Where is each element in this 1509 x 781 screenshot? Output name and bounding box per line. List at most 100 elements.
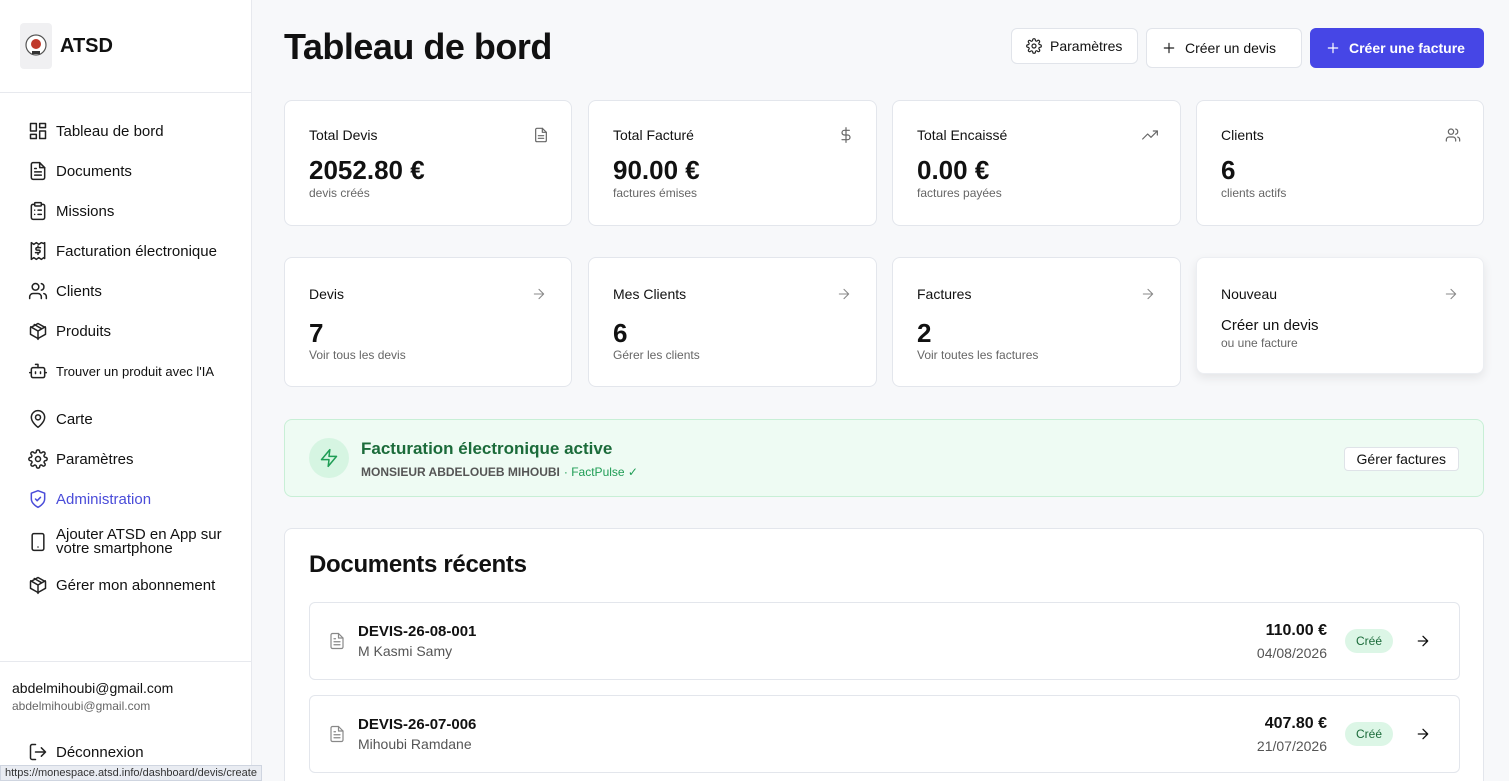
sidebar: ATSD Tableau de bord Documents Missions … [0, 0, 252, 781]
recent-documents: Documents récents DEVIS-26-08-001 M Kasm… [284, 528, 1484, 781]
quick-card-factures[interactable]: Factures 2 Voir toutes les factures [892, 257, 1181, 387]
status-badge: Créé [1344, 722, 1393, 746]
stat-card-clients: Clients 6 clients actifs [1196, 100, 1484, 226]
lightning-icon [309, 438, 349, 478]
list-item[interactable]: DEVIS-26-07-006 Mihoubi Ramdane 407.80 €… [309, 695, 1460, 773]
banner-subtitle: MONSIEUR ABDELOUEB MIHOUBI · FactPulse ✓ [361, 465, 638, 479]
status-badge: Créé [1344, 629, 1393, 653]
sidebar-item-ai-product-search[interactable]: Trouver un produit avec l'IA [0, 351, 251, 391]
sidebar-item-map[interactable]: Carte [0, 399, 251, 439]
brand-logo [20, 23, 52, 69]
arrow-right-icon [836, 286, 852, 302]
sidebar-footer: abdelmihoubi@gmail.com abdelmihoubi@gmai… [0, 661, 251, 781]
sidebar-item-install-app[interactable]: Ajouter ATSD en App sur votre smartphone [0, 519, 251, 565]
smartphone-icon [28, 532, 48, 552]
stat-value: 0.00 € [917, 155, 990, 185]
list-item[interactable]: DEVIS-26-08-001 M Kasmi Samy 110.00 € 04… [309, 602, 1460, 680]
sidebar-item-administration[interactable]: Administration [0, 479, 251, 519]
sidebar-item-label: Administration [56, 490, 152, 508]
plus-icon [1163, 42, 1175, 54]
logout-label: Déconnexion [56, 743, 144, 761]
quick-card-label: Mes Clients [613, 286, 687, 302]
create-facture-label: Créer une facture [1349, 40, 1465, 56]
file-text-icon [328, 724, 346, 744]
manage-invoices-button[interactable]: Gérer factures [1343, 447, 1459, 471]
document-number: DEVIS-26-07-006 [358, 716, 477, 733]
sidebar-item-label: Facturation électronique [56, 242, 217, 260]
document-number: DEVIS-26-08-001 [358, 623, 477, 640]
brand[interactable]: ATSD [0, 0, 251, 93]
sidebar-item-label: Carte [56, 410, 93, 428]
arrow-right-icon[interactable] [1415, 726, 1431, 742]
create-devis-label: Créer un devis [1185, 40, 1277, 56]
sidebar-item-label: Clients [56, 282, 102, 300]
user-email: abdelmihoubi@gmail.com [12, 680, 174, 696]
main-content: Tableau de bord Paramètres Créer un devi… [252, 0, 1509, 781]
document-amount: 110.00 € [1265, 622, 1327, 639]
stat-card-total-devis: Total Devis 2052.80 € devis créés [284, 100, 572, 226]
document-client: Mihoubi Ramdane [358, 736, 472, 752]
document-date: 21/07/2026 [1256, 738, 1327, 754]
sidebar-item-label: Ajouter ATSD en App sur votre smartphone [56, 526, 222, 557]
sidebar-item-label: Trouver un produit avec l'IA [56, 363, 215, 379]
e-invoicing-banner: Facturation électronique active MONSIEUR… [284, 419, 1484, 497]
document-client: M Kasmi Samy [358, 643, 453, 659]
quick-card-clients[interactable]: Mes Clients 6 Gérer les clients [588, 257, 877, 387]
stat-subtitle: factures émises [613, 186, 698, 200]
sidebar-item-dashboard[interactable]: Tableau de bord [0, 111, 251, 151]
quick-card-nouveau[interactable]: Nouveau Créer un devis ou une facture [1196, 257, 1484, 374]
arrow-right-icon [531, 286, 547, 302]
gear-icon [1026, 38, 1042, 54]
banner-company-name: MONSIEUR ABDELOUEB MIHOUBI [361, 465, 560, 479]
quick-card-value: 7 [309, 318, 324, 348]
document-amount: 407.80 € [1264, 715, 1327, 732]
create-devis-button[interactable]: Créer un devis [1146, 28, 1302, 68]
sidebar-item-clients[interactable]: Clients [0, 271, 251, 311]
sidebar-item-subscription[interactable]: Gérer mon abonnement [0, 565, 251, 605]
bot-icon [28, 361, 48, 381]
clipboard-list-icon [28, 201, 48, 221]
file-text-icon [28, 161, 48, 181]
quick-card-subtitle: Voir tous les devis [309, 348, 406, 362]
shield-check-icon [28, 489, 48, 509]
page-title: Tableau de bord [284, 26, 552, 67]
sidebar-item-settings[interactable]: Paramètres [0, 439, 251, 479]
stat-label: Clients [1221, 127, 1264, 143]
package-icon [28, 321, 48, 341]
app: ATSD Tableau de bord Documents Missions … [0, 0, 1509, 781]
map-pin-icon [28, 409, 48, 429]
quick-card-subtitle: Gérer les clients [613, 348, 700, 362]
settings-button-label: Paramètres [1050, 38, 1123, 54]
stat-value: 6 [1221, 155, 1236, 185]
brand-name: ATSD [60, 34, 113, 57]
logout-button[interactable]: Déconnexion [28, 742, 144, 762]
stat-card-total-encaisse: Total Encaissé 0.00 € factures payées [892, 100, 1181, 226]
banner-title: Facturation électronique active [361, 439, 613, 458]
sidebar-item-label: Gérer mon abonnement [56, 576, 216, 594]
sidebar-item-missions[interactable]: Missions [0, 191, 251, 231]
banner-provider: · FactPulse ✓ [563, 465, 638, 479]
stat-label: Total Facturé [613, 127, 694, 143]
sidebar-item-label: Paramètres [56, 450, 134, 468]
arrow-right-icon[interactable] [1415, 633, 1431, 649]
logout-icon [29, 743, 47, 761]
file-text-icon [533, 127, 549, 143]
create-facture-button[interactable]: Créer une facture [1310, 28, 1484, 68]
sidebar-item-label: Produits [56, 322, 112, 340]
quick-card-devis[interactable]: Devis 7 Voir tous les devis [284, 257, 572, 387]
sidebar-item-documents[interactable]: Documents [0, 151, 251, 191]
gear-icon [28, 449, 48, 469]
sidebar-item-label: Missions [56, 202, 115, 220]
sidebar-item-e-invoicing[interactable]: Facturation électronique [0, 231, 251, 271]
users-icon [28, 281, 48, 301]
dollar-icon [838, 127, 854, 143]
package-icon [28, 575, 48, 595]
quick-card-value: 6 [613, 318, 628, 348]
receipt-dollar-icon [28, 241, 48, 261]
status-bar-url: https://monespace.atsd.info/dashboard/de… [0, 765, 262, 781]
sidebar-item-products[interactable]: Produits [0, 311, 251, 351]
stat-card-total-facture: Total Facturé 90.00 € factures émises [588, 100, 877, 226]
trending-up-icon [1142, 127, 1158, 143]
settings-button[interactable]: Paramètres [1011, 28, 1138, 64]
quick-card-title: Créer un devis [1221, 317, 1319, 334]
